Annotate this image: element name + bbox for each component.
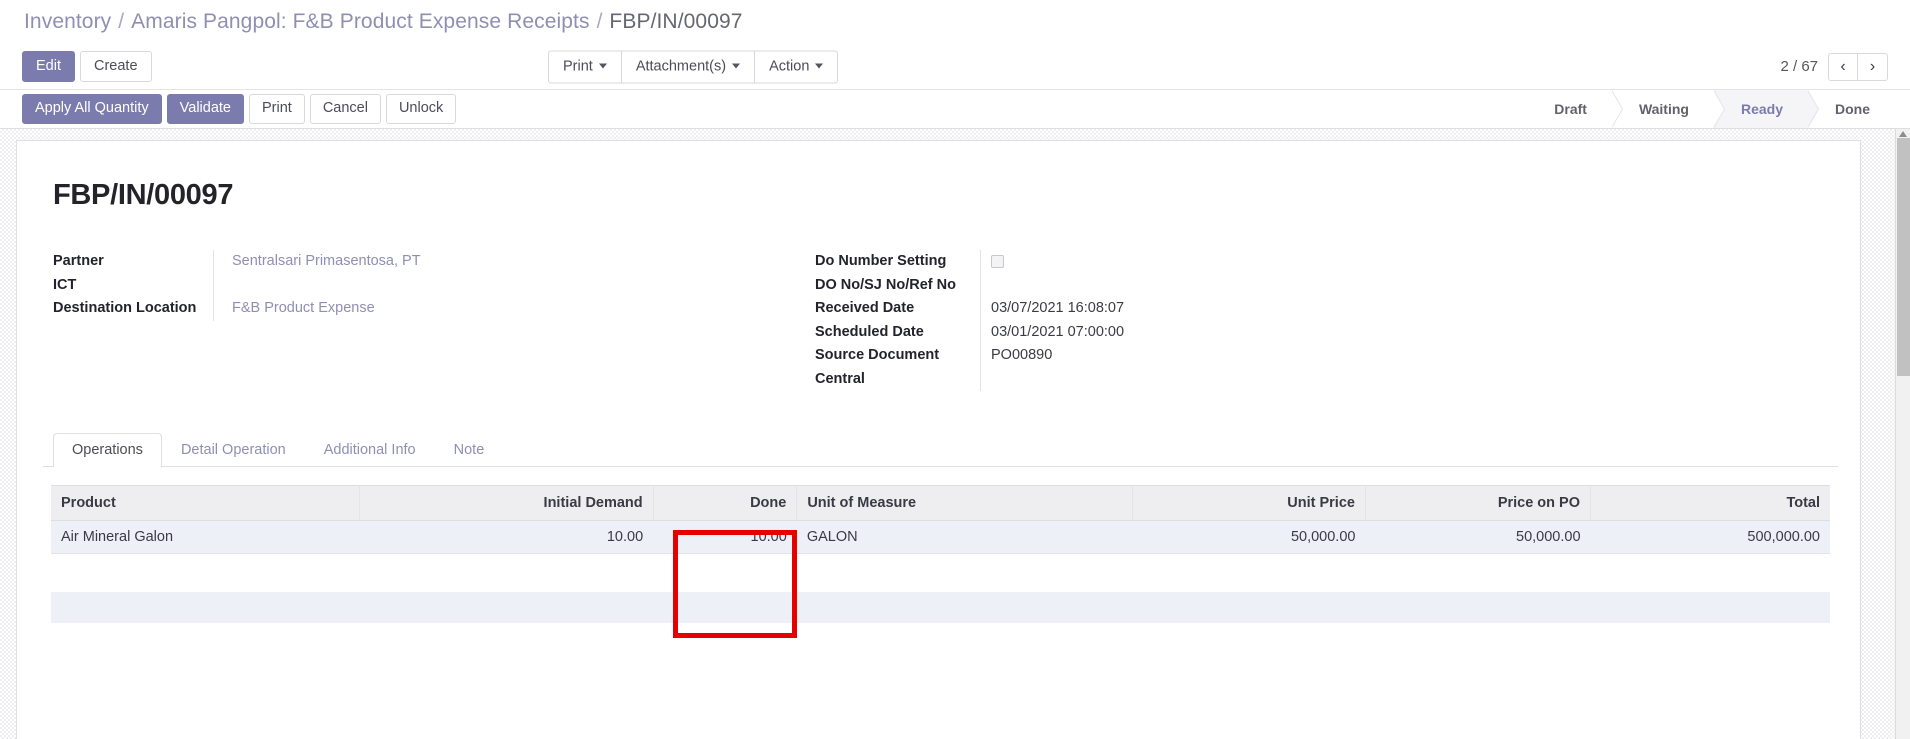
tab-operations[interactable]: Operations (53, 433, 162, 467)
label-ict: ICT (53, 276, 77, 293)
cell-initial-demand[interactable]: 10.00 (359, 520, 654, 554)
workflow-buttons: Apply All Quantity Validate Print Cancel… (22, 94, 457, 124)
column-header-total[interactable]: Total (1590, 485, 1830, 521)
lines-table-wrapper: Product Initial Demand Done Unit of Meas… (43, 467, 1838, 623)
print-dropdown-button[interactable]: Print (548, 50, 622, 83)
odoo-form-view: Inventory / Amaris Pangpol: F&B Product … (0, 0, 1910, 739)
value-scheduled-date[interactable]: 03/01/2021 07:00:00 (991, 321, 1361, 345)
value-partner[interactable]: Sentralsari Primasentosa, PT (224, 250, 594, 274)
form-fields: Partner ICT Destination Location Sentral… (39, 250, 1838, 391)
column-header-price-on-po[interactable]: Price on PO (1365, 485, 1592, 521)
control-panel-dropdowns: Print Attachment(s) Action (548, 50, 839, 83)
scroll-up-arrow-icon[interactable] (1899, 131, 1907, 137)
dropdown-button-group: Print Attachment(s) Action (548, 50, 839, 83)
column-header-product[interactable]: Product (51, 485, 361, 521)
label-source-document: Source Document (815, 347, 940, 363)
chevron-down-icon (732, 63, 741, 69)
do-number-setting-checkbox[interactable] (991, 255, 1004, 268)
print-dropdown-label: Print (563, 58, 593, 74)
column-header-initial-demand[interactable]: Initial Demand (359, 485, 654, 521)
cell-product[interactable]: Air Mineral Galon (51, 520, 360, 554)
table-spacer-cell (51, 553, 1830, 592)
breadcrumb-item-current: FBP/IN/00097 (609, 10, 743, 33)
stage-draft[interactable]: Draft (1526, 90, 1623, 128)
value-destination-location[interactable]: F&B Product Expense (224, 297, 594, 321)
value-received-date[interactable]: 03/07/2021 16:08:07 (991, 297, 1361, 321)
label-do-number-setting: Do Number Setting (815, 253, 947, 269)
pager-next-button[interactable]: › (1858, 52, 1888, 81)
value-central[interactable] (991, 368, 1361, 392)
stage-done[interactable]: Done (1807, 90, 1894, 128)
attachments-dropdown-button[interactable]: Attachment(s) (621, 50, 756, 83)
cell-price-on-po[interactable]: 50,000.00 (1365, 520, 1591, 554)
form-group-right: Do Number Setting DO No/SJ No/Ref No Rec… (815, 250, 1555, 391)
value-ict[interactable] (224, 274, 594, 298)
value-source-document[interactable]: PO00890 (991, 344, 1361, 368)
unlock-button[interactable]: Unlock (385, 94, 457, 124)
cell-unit-of-measure[interactable]: GALON (796, 520, 1133, 554)
pager-previous-button[interactable]: ‹ (1828, 52, 1858, 81)
form-sheet: FBP/IN/00097 Partner ICT Destination Loc… (16, 140, 1861, 739)
breadcrumb-item-inventory[interactable]: Inventory (24, 10, 111, 34)
chevron-down-icon (598, 63, 607, 69)
table-row[interactable]: Air Mineral Galon 10.00 10.00 GALON 50,0… (51, 520, 1830, 554)
form-group-left: Partner ICT Destination Location Sentral… (53, 250, 793, 391)
table-header-row: Product Initial Demand Done Unit of Meas… (51, 485, 1830, 521)
table-spacer-row (51, 553, 1830, 592)
tab-detail-operation[interactable]: Detail Operation (162, 433, 305, 467)
page-title: FBP/IN/00097 (53, 179, 234, 211)
sheet-background: FBP/IN/00097 Partner ICT Destination Loc… (0, 129, 1895, 739)
table-empty-cell[interactable] (51, 591, 1830, 623)
notebook: Operations Detail Operation Additional I… (39, 431, 1838, 623)
tab-note[interactable]: Note (435, 433, 504, 467)
validate-button[interactable]: Validate (166, 94, 244, 124)
pager: 2 / 67 ‹ › (1780, 52, 1888, 81)
cell-done[interactable]: 10.00 (653, 520, 797, 554)
label-scheduled-date: Scheduled Date (815, 323, 924, 340)
breadcrumb-separator: / (596, 10, 603, 33)
label-partner: Partner (53, 253, 104, 269)
label-destination-location: Destination Location (53, 300, 197, 316)
create-button[interactable]: Create (80, 50, 152, 83)
action-dropdown-label: Action (769, 58, 810, 74)
label-do-no-sj-no-ref-no: DO No/SJ No/Ref No (815, 276, 956, 293)
pager-count: 2 / 67 (1780, 58, 1818, 75)
attachments-dropdown-label: Attachment(s) (635, 58, 727, 74)
operations-table: Product Initial Demand Done Unit of Meas… (51, 485, 1830, 623)
table-empty-row[interactable] (51, 591, 1830, 623)
action-dropdown-button[interactable]: Action (755, 50, 839, 83)
column-header-unit-of-measure[interactable]: Unit of Measure (796, 485, 1133, 521)
value-do-no-sj-no-ref-no[interactable] (991, 274, 1361, 298)
stage-ready[interactable]: Ready (1712, 90, 1820, 128)
apply-all-quantity-button[interactable]: Apply All Quantity (22, 94, 162, 124)
status-pipeline: Draft Waiting Ready Done (1526, 90, 1894, 128)
scrollbar-thumb[interactable] (1897, 138, 1910, 376)
breadcrumb: Inventory / Amaris Pangpol: F&B Product … (0, 0, 1910, 44)
print-button[interactable]: Print (248, 94, 305, 124)
stage-waiting[interactable]: Waiting (1610, 90, 1726, 128)
breadcrumb-separator: / (118, 10, 125, 33)
statusbar-row: Apply All Quantity Validate Print Cancel… (0, 90, 1910, 129)
cancel-button[interactable]: Cancel (309, 94, 381, 124)
chevron-down-icon (815, 63, 824, 69)
cell-total[interactable]: 500,000.00 (1590, 520, 1830, 554)
notebook-tabs: Operations Detail Operation Additional I… (43, 431, 1838, 467)
tab-additional-info[interactable]: Additional Info (305, 433, 435, 467)
label-central: Central (815, 370, 865, 387)
cell-unit-price[interactable]: 50,000.00 (1132, 520, 1366, 554)
breadcrumb-item-receipts[interactable]: Amaris Pangpol: F&B Product Expense Rece… (131, 10, 589, 34)
column-header-unit-price[interactable]: Unit Price (1132, 485, 1366, 521)
column-header-done[interactable]: Done (653, 485, 798, 521)
control-panel: Edit Create Print Attachment(s) Action 2… (0, 44, 1910, 90)
vertical-scrollbar[interactable] (1895, 129, 1910, 739)
label-received-date: Received Date (815, 300, 915, 316)
edit-button[interactable]: Edit (22, 50, 75, 83)
